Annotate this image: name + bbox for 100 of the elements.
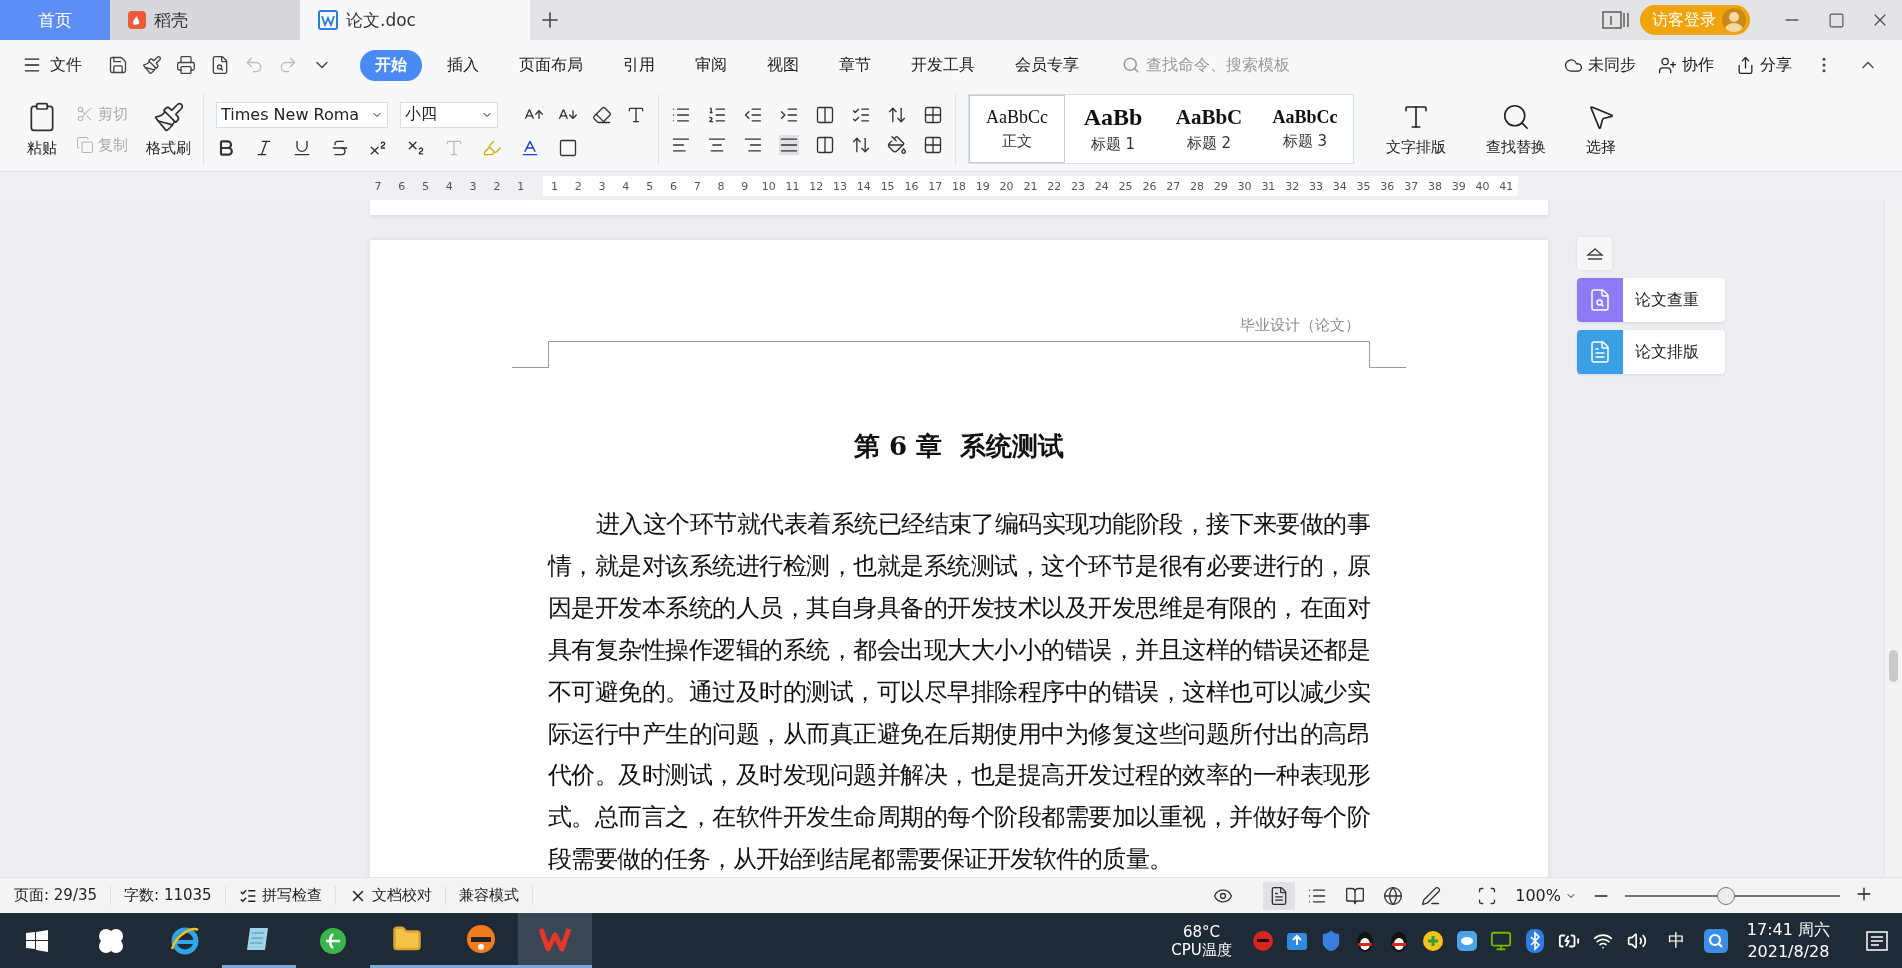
zoom-slider[interactable] — [1625, 885, 1840, 906]
document-tab[interactable]: 稻壳 — [110, 0, 300, 40]
side-panel-button[interactable]: 论文排版 — [1577, 330, 1725, 374]
ribbon-tab[interactable]: 视图 — [752, 49, 814, 81]
ruler-number: 28 — [1189, 179, 1205, 193]
cpu-temperature[interactable]: 68°C CPU温度 — [1171, 922, 1232, 959]
ribbon-tool-button[interactable]: 选择 — [1586, 102, 1616, 157]
spell-check-button[interactable]: 拼写检查 — [238, 886, 336, 905]
ribbon-tab[interactable]: 章节 — [824, 49, 886, 81]
format-painter-button[interactable]: 格式刷 — [146, 101, 191, 158]
ruler-number: 37 — [1403, 179, 1420, 193]
file-menu[interactable]: 文件 — [22, 54, 82, 76]
format-icon[interactable] — [142, 55, 162, 75]
web-view-icon[interactable] — [1383, 885, 1404, 906]
ruler-number: 9 — [740, 179, 750, 193]
style-preset[interactable]: AaBbCc 正文 — [969, 95, 1065, 163]
preview-icon[interactable] — [210, 55, 230, 75]
ribbon-tab[interactable]: 会员专享 — [1000, 49, 1094, 81]
ruler-number: 10 — [760, 179, 777, 193]
ribbon-tab[interactable]: 页面布局 — [504, 49, 598, 81]
ribbon-tool-button[interactable]: 查找替换 — [1486, 102, 1546, 157]
proofread-button[interactable]: 文档校对 — [348, 886, 446, 905]
style-preset[interactable]: AaBbC 标题 2 — [1161, 95, 1257, 163]
search-bubble-icon — [1703, 928, 1728, 953]
toolbar-action[interactable]: 协作 — [1658, 54, 1714, 76]
zoom-select[interactable]: 100% — [1515, 886, 1577, 905]
shading-icon[interactable] — [887, 134, 907, 155]
ruler-number: 8 — [716, 179, 726, 193]
ruler-number: 15 — [879, 179, 896, 193]
ruler-number: 31 — [1260, 179, 1277, 193]
ruler-number: 29 — [1212, 179, 1229, 193]
font-size-select[interactable]: 小四 — [400, 101, 498, 128]
input-method[interactable]: 中 — [1667, 929, 1685, 952]
ruler-number: 27 — [1165, 179, 1182, 193]
ruler-number: 14 — [855, 179, 872, 193]
ruler-number: 4 — [444, 179, 454, 193]
justify-icon[interactable] — [779, 134, 799, 155]
ribbon-tab[interactable]: 插入 — [432, 49, 494, 81]
ruler-number: 17 — [927, 179, 944, 193]
style-preset[interactable]: AaBbCc 标题 3 — [1257, 95, 1353, 163]
style-preset[interactable]: AaBb 标题 1 — [1065, 95, 1161, 163]
reading-view-icon[interactable] — [1345, 885, 1366, 906]
font-select[interactable]: Times New Roma — [216, 101, 388, 128]
scrollbar[interactable] — [1884, 200, 1902, 877]
add-user-icon — [1658, 55, 1677, 75]
ruler-number: 3 — [468, 179, 478, 193]
paste-button[interactable]: 粘贴 — [26, 101, 58, 158]
fit-screen-icon[interactable] — [1477, 885, 1498, 906]
ribbon-tab[interactable]: 引用 — [608, 49, 670, 81]
word-count: 字数: 11035 — [124, 886, 226, 905]
ruler-number: 20 — [998, 179, 1015, 193]
plus-circle-icon — [1421, 929, 1444, 952]
ruler-number: 3 — [597, 179, 607, 193]
share-icon — [1736, 55, 1755, 75]
ruler-number: 36 — [1379, 179, 1396, 193]
restore-icon[interactable] — [1827, 11, 1845, 29]
scissors-icon — [76, 105, 94, 123]
collapse-panel-button[interactable] — [1577, 237, 1612, 270]
print-icon[interactable] — [176, 55, 196, 75]
clock[interactable]: 17:41 周六 2021/8/28 — [1746, 918, 1830, 963]
page-header: 毕业设计（论文） — [1239, 316, 1361, 335]
ruler-number: 2 — [573, 179, 583, 193]
ruler-number: 32 — [1284, 179, 1301, 193]
ruler-number: 6 — [397, 179, 407, 193]
ruler-number: 25 — [1117, 179, 1134, 193]
start-icon — [26, 929, 48, 952]
monitor-icon — [1489, 929, 1512, 952]
ruler-number: 13 — [832, 179, 849, 193]
ruler-number: 21 — [1022, 179, 1039, 193]
ruler-number: 38 — [1426, 179, 1443, 193]
ruler-number: 2 — [492, 179, 502, 193]
borders-icon[interactable] — [923, 134, 943, 155]
document-icon — [1588, 288, 1612, 312]
search-icon — [1122, 56, 1140, 74]
char-border-icon[interactable] — [558, 137, 578, 158]
document-tab[interactable]: 论文.doc — [300, 0, 530, 40]
w-logo-icon — [539, 925, 571, 953]
ruler-number: 5 — [421, 179, 430, 193]
clear-format-icon[interactable] — [592, 104, 612, 125]
save-icon[interactable] — [108, 55, 128, 75]
brush-icon — [152, 101, 185, 133]
eject-icon — [1585, 246, 1604, 261]
ruler-number: 6 — [668, 179, 678, 193]
ruler-number: 12 — [808, 179, 825, 193]
toolbar-action[interactable]: 分享 — [1736, 54, 1792, 76]
notification-icon — [1866, 930, 1888, 951]
slider-thumb[interactable] — [1717, 886, 1736, 905]
toolbar-action[interactable]: 未同步 — [1564, 54, 1636, 76]
ribbon-tab[interactable]: 审阅 — [680, 49, 742, 81]
pen-icon[interactable] — [1421, 885, 1442, 906]
ruler-number: 4 — [621, 179, 631, 193]
ribbon-tab[interactable]: 开发工具 — [896, 49, 990, 81]
ruler-number: 41 — [1498, 179, 1515, 193]
scroll-thumb[interactable] — [1889, 650, 1898, 682]
flame-icon — [128, 11, 146, 29]
side-panel-button[interactable]: 论文查重 — [1577, 278, 1725, 322]
ribbon-tool-button[interactable]: 文字排版 — [1386, 102, 1446, 157]
search-icon — [1501, 102, 1531, 132]
ruler-number: 34 — [1331, 179, 1348, 193]
ruler-number: 22 — [1046, 179, 1063, 193]
